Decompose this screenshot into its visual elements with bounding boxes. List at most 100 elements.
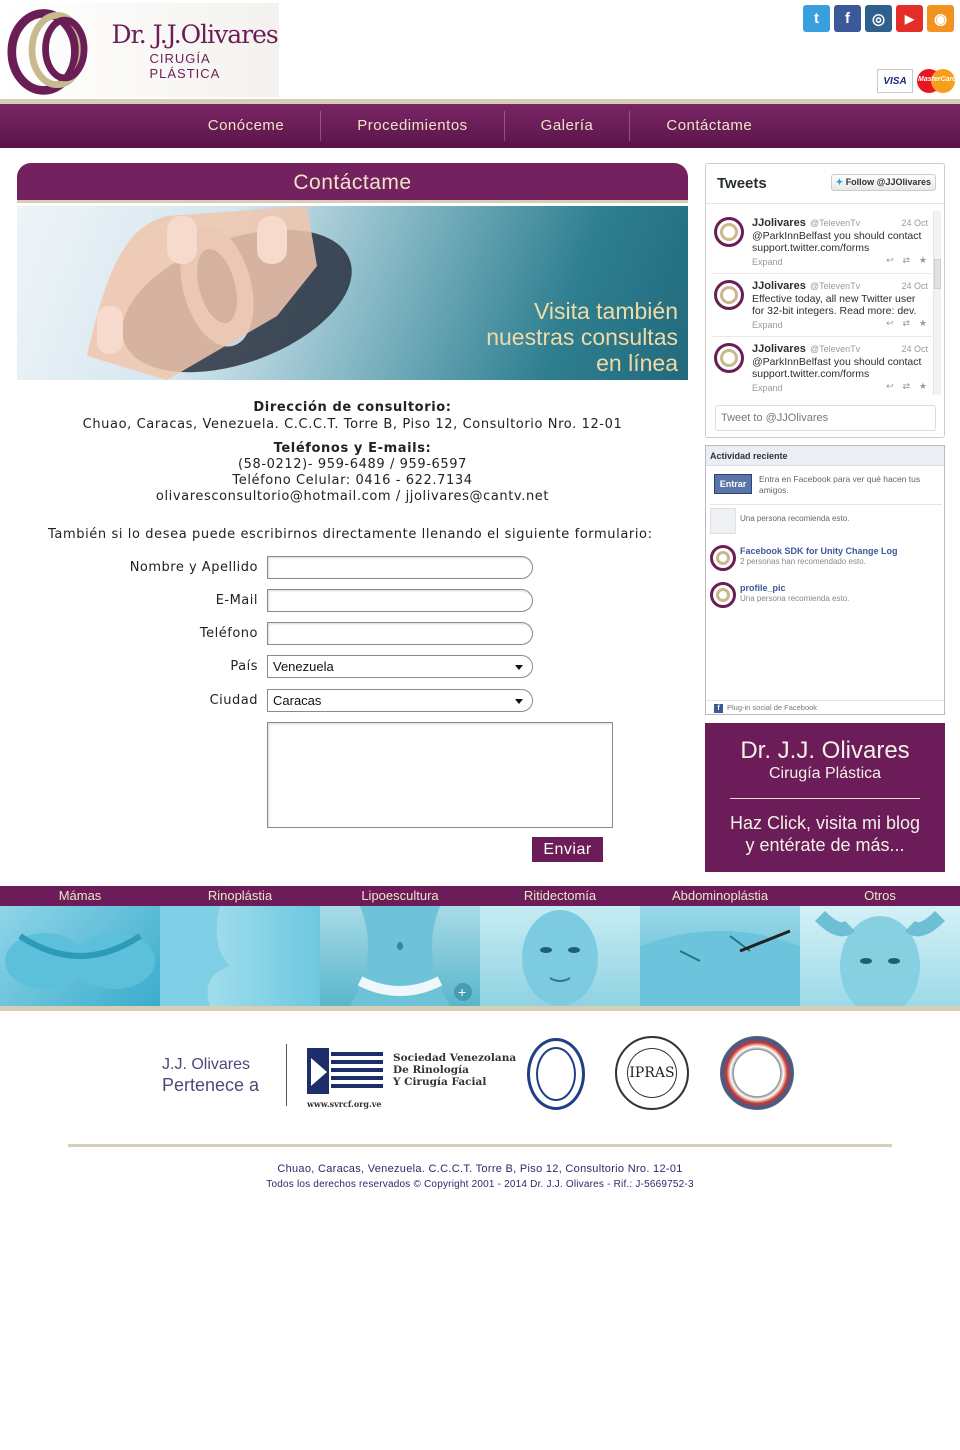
nav-item-galeria[interactable]: Galería	[503, 111, 630, 141]
tweet-text: @ParkInnBelfast you should contact suppo…	[752, 230, 922, 254]
tweet-item[interactable]: JJolivares @TelevenTv 24 Oct Effective t…	[712, 274, 932, 337]
nav-item-conoceme[interactable]: Conóceme	[172, 111, 321, 141]
procedure-image-abdominoplastia[interactable]	[640, 906, 800, 1006]
tweet-item[interactable]: JJolivares @TelevenTv 24 Oct @ParkInnBel…	[712, 337, 932, 400]
address-text: Chuao, Caracas, Venezuela. C.C.C.T. Torr…	[82, 417, 623, 432]
twitter-widget: Tweets ✦ Follow @JJOlivares JJolivares @…	[705, 163, 945, 438]
venezuelan-society-seal-icon[interactable]	[527, 1038, 585, 1110]
procedure-image-lipoescultura[interactable]: +	[320, 906, 480, 1006]
svrcf-name[interactable]: Sociedad Venezolana De Rinología Y Cirug…	[393, 1052, 516, 1088]
tweet-item[interactable]: JJolivares @TelevenTv 24 Oct @ParkInnBel…	[712, 211, 932, 274]
list-item[interactable]: profile_pic Una persona recomienda esto.	[710, 582, 942, 610]
banner-line-2: nuestras consultas	[486, 324, 678, 350]
procedure-label-otros[interactable]: Otros	[800, 886, 960, 906]
tweet-actions-icon[interactable]: ↩ ⇄ ★	[886, 256, 930, 266]
main-nav: Conóceme Procedimientos Galería Contácta…	[0, 104, 960, 148]
site-logo[interactable]: Dr. J.J.Olivares CIRUGÍA PLÁSTICA	[3, 3, 279, 97]
list-item[interactable]: Facebook SDK for Unity Change Log 2 pers…	[710, 545, 942, 573]
facebook-icon: f	[714, 703, 723, 713]
procedure-image-rinoplastia[interactable]	[160, 906, 320, 1006]
activity-title[interactable]: profile_pic	[740, 583, 786, 593]
facebook-icon[interactable]: f	[834, 5, 861, 32]
twitter-bird-icon: ✦	[835, 177, 844, 187]
phone-row: Teléfono	[0, 622, 540, 646]
tweet-text: @ParkInnBelfast you should contact suppo…	[752, 356, 922, 380]
facebook-login-button[interactable]: Entrar	[714, 474, 752, 494]
blog-cta-line-2: y entérate de más...	[745, 835, 905, 855]
procedure-image-mamas[interactable]	[0, 906, 160, 1006]
social-links: t f ◎ ▶ ◉	[803, 5, 954, 32]
banner-line-3: en línea	[596, 350, 678, 376]
blog-cta: Haz Click, visita mi blog y entérate de …	[705, 812, 945, 856]
blog-banner[interactable]: Dr. J.J. Olivares Cirugía Plástica Haz C…	[705, 723, 945, 872]
twitter-icon[interactable]: t	[803, 5, 830, 32]
procedure-image-otros[interactable]	[800, 906, 960, 1006]
list-item[interactable]: Una persona recomienda esto.	[710, 508, 942, 536]
contact-banner[interactable]: Visita también nuestras consultas en lín…	[17, 206, 688, 380]
tweet-expand[interactable]: Expand	[752, 320, 783, 330]
blog-cta-line-1: Haz Click, visita mi blog	[729, 813, 921, 833]
tweet-actions-icon[interactable]: ↩ ⇄ ★	[886, 382, 930, 392]
tweet-date: 24 Oct	[901, 281, 928, 291]
procedure-label-rinoplastia[interactable]: Rinoplástia	[160, 886, 320, 906]
tweet-actions-icon[interactable]: ↩ ⇄ ★	[886, 319, 930, 329]
tweet-to-input[interactable]: Tweet to @JJOlivares	[715, 405, 936, 431]
youtube-icon[interactable]: ▶	[896, 5, 923, 32]
nav-item-contactame[interactable]: Contáctame	[629, 111, 788, 141]
avatar	[714, 280, 744, 310]
facebook-login-text: Entra en Facebook para ver qué hacen tus…	[759, 474, 921, 495]
logo-subtitle: CIRUGÍA PLÁSTICA	[149, 50, 221, 81]
name-input[interactable]	[267, 556, 533, 579]
blog-subtitle: Cirugía Plástica	[768, 765, 882, 782]
tweet-handle: @TelevenTv	[810, 218, 861, 228]
address-block: Dirección de consultorio: Chuao, Caracas…	[17, 400, 688, 432]
procedure-label-lipoescultura[interactable]: Lipoescultura	[320, 886, 480, 906]
avatar	[714, 217, 744, 247]
thumbnail	[710, 582, 736, 608]
send-button[interactable]: Enviar	[532, 837, 603, 862]
message-textarea[interactable]	[267, 722, 613, 828]
email-row: E-Mail	[0, 589, 540, 613]
procedures-bottom-stripe	[0, 1006, 960, 1011]
procedure-label-ritidectomia[interactable]: Ritidectomía	[480, 886, 640, 906]
divider	[286, 1044, 287, 1106]
phones-title: Teléfonos y E-mails:	[273, 441, 432, 456]
country-select[interactable]: Venezuela	[267, 655, 533, 678]
mastercard-label: MasterCard	[918, 76, 957, 83]
svrcf-url: www.svrcf.org.ve	[307, 1099, 382, 1109]
tweet-handle: @TelevenTv	[810, 344, 861, 354]
chevron-down-icon	[515, 699, 523, 704]
instagram-icon[interactable]: ◎	[865, 5, 892, 32]
follow-button[interactable]: ✦ Follow @JJOlivares	[830, 174, 936, 191]
email-input[interactable]	[267, 589, 533, 612]
affiliations-heading: J.J. Olivares Pertenece a	[162, 1055, 259, 1095]
tweet-text: Effective today, all new Twitter user fo…	[752, 293, 917, 317]
facebook-title: Actividad reciente	[706, 446, 944, 466]
email-label: E-Mail	[215, 593, 258, 608]
tweet-expand[interactable]: Expand	[752, 257, 783, 267]
tweets-scrollbar[interactable]	[933, 211, 941, 395]
svrcf-logo[interactable]: www.svrcf.org.ve	[307, 1048, 383, 1109]
procedure-label-mamas[interactable]: Mámas	[0, 886, 160, 906]
svrcf-name-line-3: Y Cirugía Facial	[393, 1076, 487, 1088]
activity-sub: Una persona recomienda esto.	[740, 594, 850, 603]
city-select[interactable]: Caracas	[267, 689, 533, 712]
facebook-footer[interactable]: f Plug-in social de Facebook	[706, 700, 944, 714]
banner-line-1: Visita también	[533, 298, 678, 324]
tweet-expand[interactable]: Expand	[752, 383, 783, 393]
thumbnail	[710, 508, 736, 534]
procedures-bar: Mámas Rinoplástia Lipoescultura Ritidect…	[0, 886, 960, 906]
nav-item-procedimientos[interactable]: Procedimientos	[320, 111, 503, 141]
procedure-label-abdominoplastia[interactable]: Abdominoplástia	[640, 886, 800, 906]
flags-society-seal-icon[interactable]	[720, 1036, 794, 1110]
affiliations-line-1: J.J. Olivares	[162, 1056, 251, 1073]
activity-sub: Una persona recomienda esto.	[740, 514, 850, 523]
ipras-seal-icon[interactable]: IPRAS	[615, 1036, 689, 1110]
activity-sub: 2 personas han recomendado esto.	[740, 557, 866, 566]
mastercard-icon: MasterCard	[917, 69, 957, 93]
procedure-image-ritidectomia[interactable]	[480, 906, 640, 1006]
activity-title[interactable]: Facebook SDK for Unity Change Log	[740, 546, 898, 556]
rss-icon[interactable]: ◉	[927, 5, 954, 32]
affiliations-line-2: Pertenece a	[162, 1075, 260, 1095]
phone-input[interactable]	[267, 622, 533, 645]
